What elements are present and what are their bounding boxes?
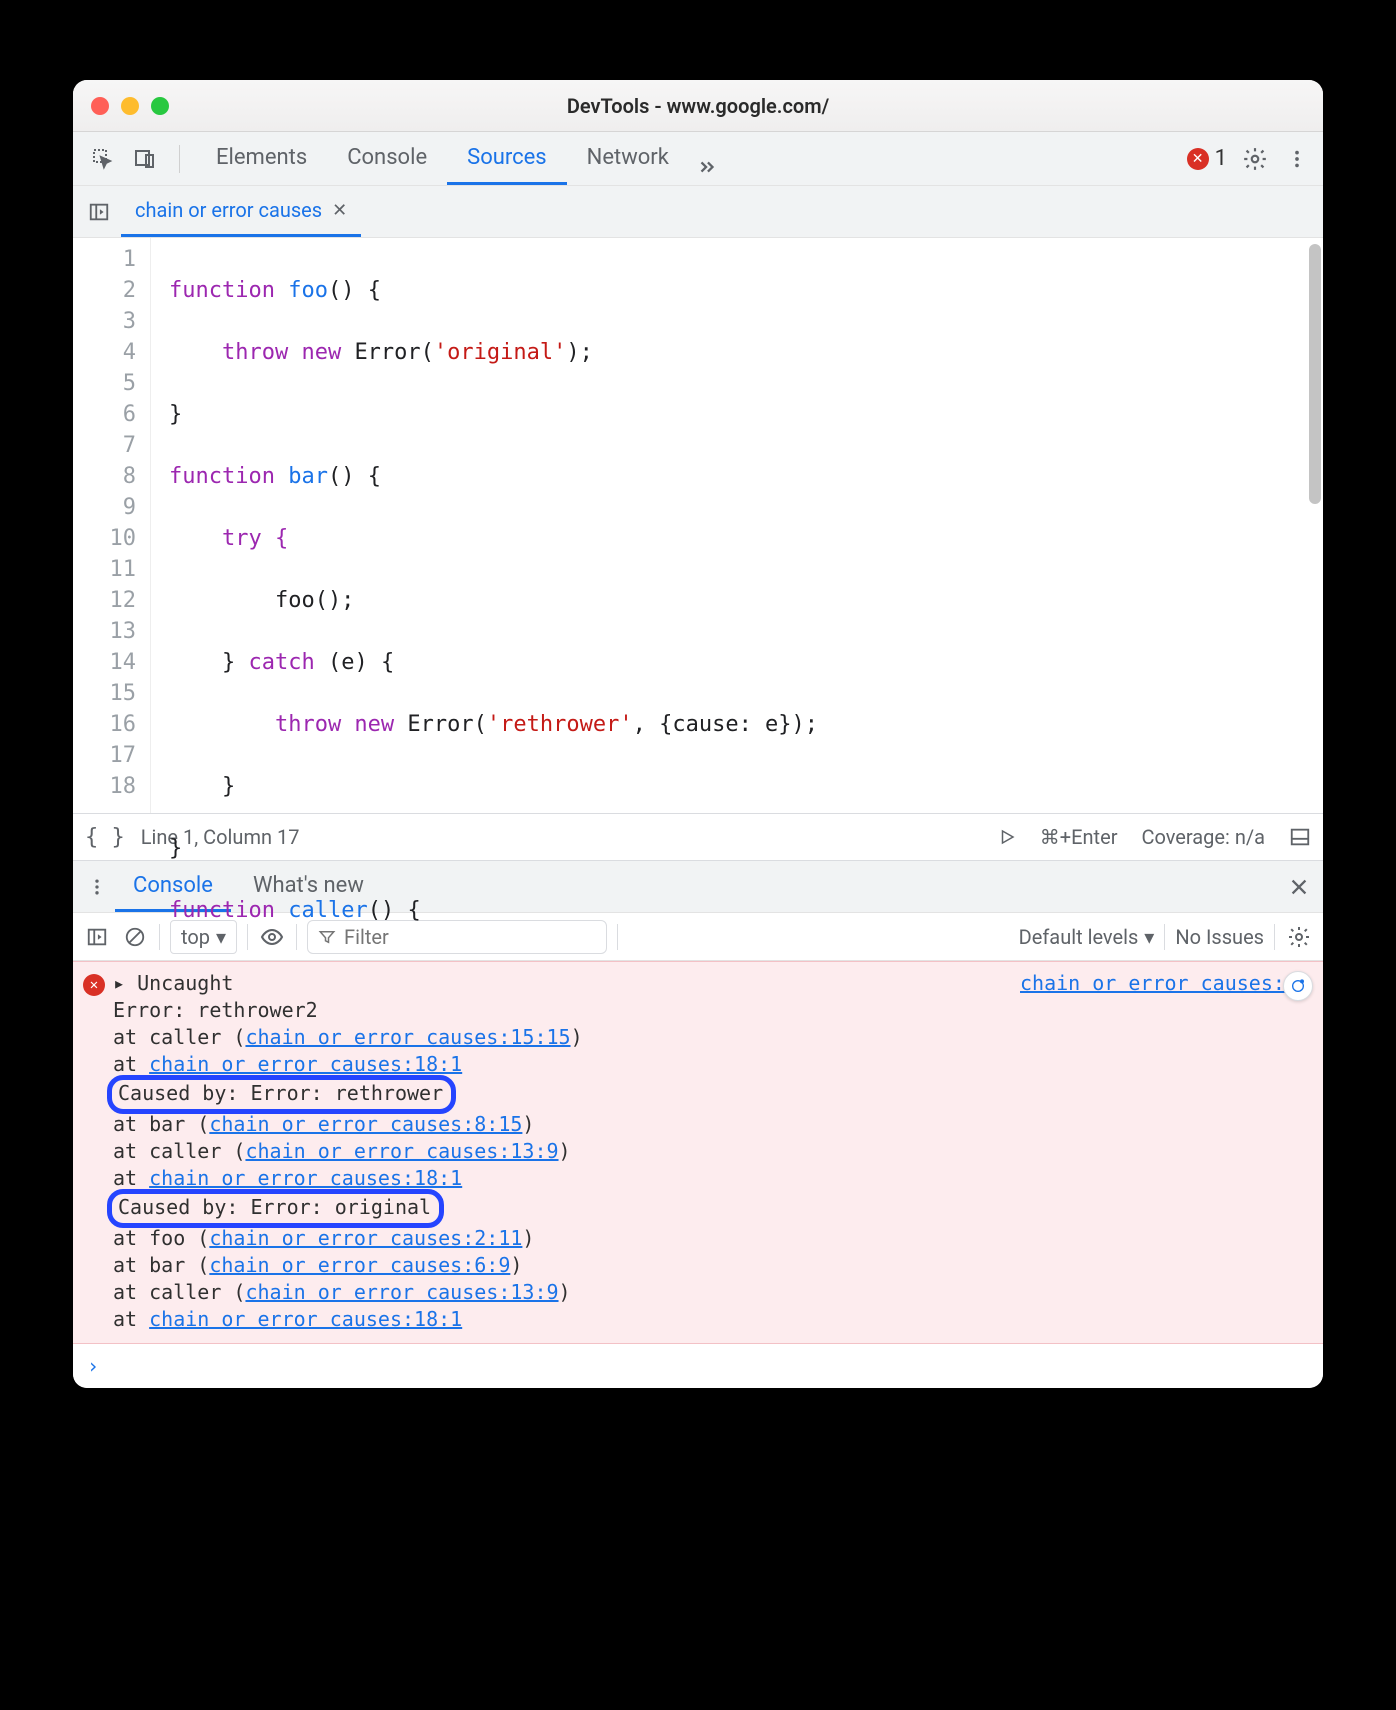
ai-assist-icon[interactable] [1283,971,1313,1001]
stack-link[interactable]: chain or error causes:6:9 [209,1253,510,1277]
source-link[interactable]: chain or error causes:15 [1020,970,1309,1333]
tab-sources[interactable]: Sources [447,132,567,185]
console-output: ✕ ▸ Uncaught Error: rethrower2 at caller… [73,961,1323,1388]
devtools-window: DevTools - www.google.com/ Elements Cons… [73,80,1323,1388]
window-controls [91,97,169,115]
pretty-print-icon[interactable]: { } [85,825,125,850]
window-title: DevTools - www.google.com/ [73,94,1323,118]
drawer-kebab-icon[interactable] [83,873,111,901]
file-tab-label: chain or error causes [135,198,322,222]
device-toolbar-icon[interactable] [127,141,163,177]
clear-console-icon[interactable] [121,923,149,951]
caused-by-highlight: Caused by: Error: rethrower [107,1075,456,1114]
more-tabs-icon[interactable] [689,149,725,185]
stack-link[interactable]: chain or error causes:15:15 [245,1025,570,1049]
close-window-button[interactable] [91,97,109,115]
error-icon: ✕ [83,974,105,996]
file-tabs-row: chain or error causes ✕ [73,186,1323,238]
kebab-menu-icon[interactable] [1283,145,1311,173]
separator [179,145,180,173]
titlebar: DevTools - www.google.com/ [73,80,1323,132]
inspect-element-icon[interactable] [85,141,121,177]
stack-link[interactable]: chain or error causes:18:1 [149,1052,462,1076]
stack-link[interactable]: chain or error causes:8:15 [209,1112,522,1136]
code-content[interactable]: function foo() { throw new Error('origin… [151,238,1323,813]
maximize-window-button[interactable] [151,97,169,115]
minimize-window-button[interactable] [121,97,139,115]
file-tab-active[interactable]: chain or error causes ✕ [121,186,361,237]
main-toolbar: Elements Console Sources Network ✕ 1 [73,132,1323,186]
editor-scrollbar[interactable] [1309,244,1321,504]
stack-link[interactable]: chain or error causes:18:1 [149,1307,462,1331]
navigator-toggle-icon[interactable] [81,194,117,230]
close-tab-icon[interactable]: ✕ [332,200,347,221]
console-sidebar-icon[interactable] [83,923,111,951]
panel-tabs: Elements Console Sources Network [196,132,725,185]
settings-icon[interactable] [1241,145,1269,173]
stack-link[interactable]: chain or error causes:13:9 [245,1280,558,1304]
chevron-right-icon: › [87,1353,99,1380]
tab-console[interactable]: Console [327,132,447,185]
code-editor[interactable]: 1 2 3 4 5 6 7 8 9 10 11 12 13 14 15 16 1… [73,238,1323,813]
stack-trace: ▸ Uncaught Error: rethrower2 at caller (… [113,970,583,1333]
stack-link[interactable]: chain or error causes:18:1 [149,1166,462,1190]
tab-elements[interactable]: Elements [196,132,327,185]
stack-link[interactable]: chain or error causes:13:9 [245,1139,558,1163]
console-prompt[interactable]: › [73,1344,1323,1388]
console-error-entry[interactable]: ✕ ▸ Uncaught Error: rethrower2 at caller… [73,961,1323,1344]
line-number-gutter: 1 2 3 4 5 6 7 8 9 10 11 12 13 14 15 16 1… [73,238,151,813]
error-count-value: 1 [1215,146,1227,171]
stack-link[interactable]: chain or error causes:2:11 [209,1226,522,1250]
tab-network[interactable]: Network [567,132,689,185]
caused-by-highlight: Caused by: Error: original [107,1189,444,1228]
error-count-badge[interactable]: ✕ 1 [1187,146,1227,171]
